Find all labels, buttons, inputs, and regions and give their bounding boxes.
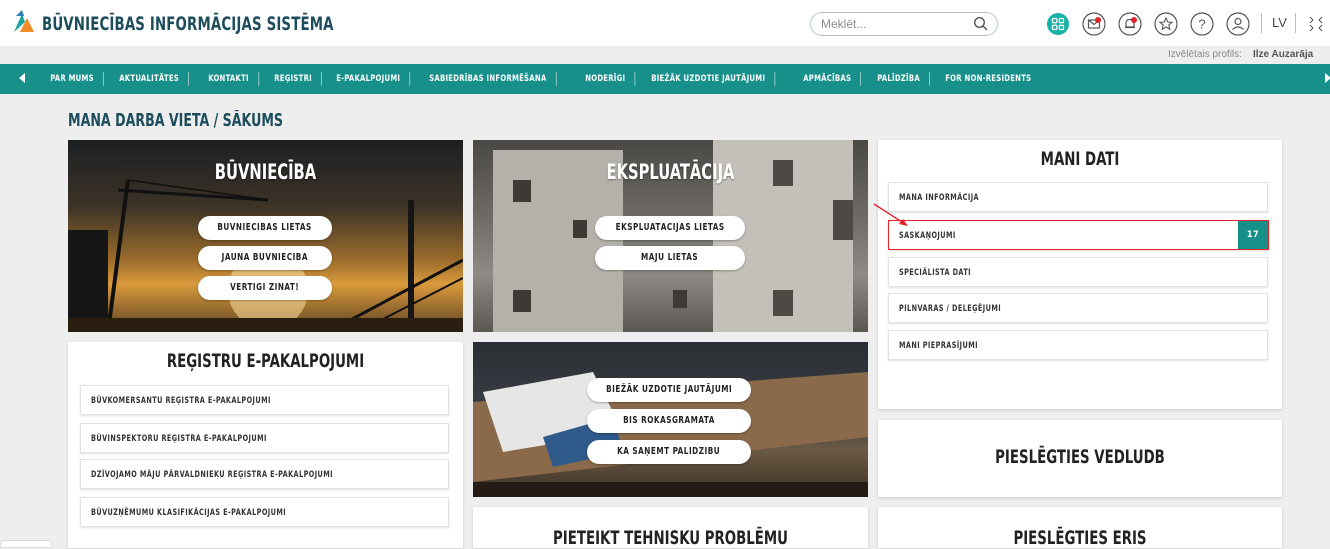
mani-dati-panel: MANI DATI MANA INFORMĀCIJA SASKAŅOJUMI 1…: [878, 140, 1282, 409]
buvniecibas-lietas-label: BŪVNIECĪBAS LIETAS: [217, 222, 313, 233]
nav-item-noderigi[interactable]: NODERĪGI: [575, 64, 637, 94]
nav-item-for-non-residents[interactable]: FOR NON-RESIDENTS: [935, 64, 1042, 94]
nav-scroll-left-icon[interactable]: [19, 73, 25, 83]
nav-scroll-right-icon[interactable]: [1325, 73, 1330, 83]
registri-panel: REĢISTRU E-PAKALPOJUMI BŪVKOMERSANTU REĢ…: [68, 342, 463, 548]
ekspluatacijas-lietas-label: EKSPLUATĀCIJAS LIETAS: [615, 222, 725, 233]
search-box[interactable]: [810, 12, 998, 36]
mani-pieprasijumi-label: MANI PIEPRASĪJUMI: [899, 341, 978, 351]
buvnieciba-title[interactable]: BŪVNIECĪBA: [111, 160, 419, 184]
buvniecibas-lietas-button[interactable]: BŪVNIECĪBAS LIETAS: [198, 216, 332, 240]
vertigi-zinat-button[interactable]: VĒRTĪGI ZINĀT!: [198, 276, 332, 300]
jauna-buvnieciba-button[interactable]: JAUNA BŪVNIECĪBA: [198, 246, 332, 270]
buvinspektoru-registra-item[interactable]: BŪVINSPEKTORU REĢISTRA E-PAKALPOJUMI: [80, 423, 449, 453]
saskanojumi-count-badge: 17: [1238, 221, 1268, 249]
buvnieciba-tile: BŪVNIECĪBA BŪVNIECĪBAS LIETAS JAUNA BŪVN…: [68, 140, 463, 332]
mani-pieprasijumi-item[interactable]: MANI PIEPRASĪJUMI: [888, 330, 1268, 360]
tehniska-problema-panel[interactable]: PIETEIKT TEHNISKU PROBLĒMU: [473, 507, 868, 549]
buvkomersantu-registra-label: BŪVKOMERSANTU REĢISTRA E-PAKALPOJUMI: [91, 396, 271, 406]
nav-item-registri[interactable]: REĢISTRI: [264, 64, 323, 94]
dzivojamo-maju-parvaldnieku-label: DZĪVOJAMO MĀJU PĀRVALDNIEKU REĢISTRA E-P…: [91, 470, 333, 480]
language-selector[interactable]: LV: [1272, 15, 1287, 30]
bis-rokasgramata-label: BIS ROKASGRĀMATA: [623, 415, 715, 426]
specialista-dati-label: SPECIĀLISTA DATI: [899, 268, 972, 278]
pilnvaras-delegejumi-item[interactable]: PILNVARAS / DELEĢĒJUMI: [888, 293, 1268, 323]
feedback-tab[interactable]: [0, 540, 52, 548]
dzivojamo-maju-parvaldnieku-item[interactable]: DZĪVOJAMO MĀJU PĀRVALDNIEKU REĢISTRA E-P…: [80, 459, 449, 489]
buvkomersantu-registra-item[interactable]: BŪVKOMERSANTU REĢISTRA E-PAKALPOJUMI: [80, 385, 449, 415]
profile-bar: Izvēlētais profils: Ilze Auzarāja: [0, 46, 1330, 64]
nav-item-par-mums[interactable]: PAR MUMS: [40, 64, 105, 94]
nav-item-aktualitates[interactable]: AKTUALITĀTES: [109, 64, 190, 94]
collapse-icon[interactable]: [1304, 12, 1328, 36]
biezak-uzdotie-jautajumi-button[interactable]: BIEŽĀK UZDOTIE JAUTĀJUMI: [587, 378, 751, 402]
nav-item-e-pakalpojumi[interactable]: E-PAKALPOJUMI: [326, 64, 411, 94]
main-nav: PAR MUMS AKTUALITĀTES KONTAKTI REĢISTRI …: [0, 64, 1330, 94]
buvuznemumu-klasifikacijas-label: BŪVUZŅĒMUMU KLASIFIKĀCIJAS E-PAKALPOJUMI: [91, 508, 287, 518]
star-icon[interactable]: [1154, 12, 1178, 36]
nav-item-palidziba[interactable]: PALĪDZĪBA: [867, 64, 931, 94]
eris-panel[interactable]: PIESLĒGTIES ERIS: [878, 507, 1282, 549]
nav-item-biezak-uzdotie-jautajumi[interactable]: BIEŽĀK UZDOTIE JAUTĀJUMI: [641, 64, 776, 94]
eris-link[interactable]: PIESLĒGTIES ERIS: [922, 527, 1237, 549]
biezak-uzdotie-jautajumi-label: BIEŽĀK UZDOTIE JAUTĀJUMI: [605, 384, 733, 395]
help-icon[interactable]: ?: [1190, 12, 1214, 36]
saskanojumi-item[interactable]: SASKAŅOJUMI 17: [888, 220, 1269, 250]
annotation-arrow-icon: [873, 203, 908, 226]
ka-sanemt-palidzibu-button[interactable]: KĀ SAŅEMT PALĪDZĪBU: [587, 440, 751, 464]
mana-informacija-item[interactable]: MANA INFORMĀCIJA: [888, 182, 1268, 212]
tehniska-problema-link[interactable]: PIETEIKT TEHNISKU PROBLĒMU: [516, 527, 824, 549]
svg-text:?: ?: [1198, 17, 1205, 32]
page-title: MANA DARBA VIETA / SĀKUMS: [68, 110, 284, 131]
vedludb-link[interactable]: PIESLĒGTIES VEDLUDB: [922, 446, 1237, 468]
saskanojumi-label: SASKAŅOJUMI: [899, 231, 956, 241]
profile-label: Izvēlētais profils:: [1168, 49, 1242, 60]
ekspluatacijas-lietas-button[interactable]: EKSPLUATĀCIJAS LIETAS: [595, 216, 745, 240]
notification-icon[interactable]: [1118, 12, 1142, 36]
maju-lietas-button[interactable]: MĀJU LIETAS: [595, 246, 745, 270]
header-divider: [1295, 13, 1296, 33]
nav-item-sabiedribas-informesana[interactable]: SABIEDRĪBAS INFORMĒŠANA: [419, 64, 557, 94]
ekspluatacija-title[interactable]: EKSPLUATĀCIJA: [516, 160, 824, 184]
maju-lietas-label: MĀJU LIETAS: [641, 252, 699, 263]
buvuznemumu-klasifikacijas-item[interactable]: BŪVUZŅĒMUMU KLASIFIKĀCIJAS E-PAKALPOJUMI: [80, 497, 449, 527]
pilnvaras-delegejumi-label: PILNVARAS / DELEĢĒJUMI: [899, 304, 1002, 314]
mail-icon[interactable]: [1082, 12, 1106, 36]
nav-item-apmacibas[interactable]: APMĀCĪBAS: [793, 64, 862, 94]
apps-icon[interactable]: [1046, 12, 1070, 36]
search-icon[interactable]: [973, 16, 989, 32]
registri-title: REĢISTRU E-PAKALPOJUMI: [166, 350, 365, 372]
ekspluatacija-tile: EKSPLUATĀCIJA EKSPLUATĀCIJAS LIETAS MĀJU…: [473, 140, 868, 332]
specialista-dati-item[interactable]: SPECIĀLISTA DATI: [888, 257, 1268, 287]
vertigi-zinat-label: VĒRTĪGI ZINĀT!: [230, 282, 300, 293]
header-divider: [1261, 13, 1262, 33]
palidziba-tile: BIEŽĀK UZDOTIE JAUTĀJUMI BIS ROKASGRĀMAT…: [473, 342, 868, 497]
buvinspektoru-registra-label: BŪVINSPEKTORU REĢISTRA E-PAKALPOJUMI: [91, 434, 267, 444]
ka-sanemt-palidzibu-label: KĀ SAŅEMT PALĪDZĪBU: [617, 446, 721, 457]
top-header: BŪVNIECĪBAS INFORMĀCIJAS SISTĒMA ?: [0, 0, 1330, 46]
vedludb-panel[interactable]: PIESLĒGTIES VEDLUDB: [878, 420, 1282, 497]
search-input[interactable]: [821, 16, 971, 32]
nav-item-kontakti[interactable]: KONTAKTI: [198, 64, 259, 94]
bis-logo-icon[interactable]: [12, 8, 38, 34]
jauna-buvnieciba-label: JAUNA BŪVNIECĪBA: [221, 252, 309, 263]
app-title[interactable]: BŪVNIECĪBAS INFORMĀCIJAS SISTĒMA: [42, 13, 334, 35]
profile-name[interactable]: Ilze Auzarāja: [1253, 49, 1313, 60]
nav-items: PAR MUMS AKTUALITĀTES KONTAKTI REĢISTRI …: [40, 64, 1055, 94]
user-icon[interactable]: [1226, 12, 1250, 36]
mani-dati-title: MANI DATI: [1040, 148, 1120, 170]
bis-rokasgramata-button[interactable]: BIS ROKASGRĀMATA: [587, 409, 751, 433]
